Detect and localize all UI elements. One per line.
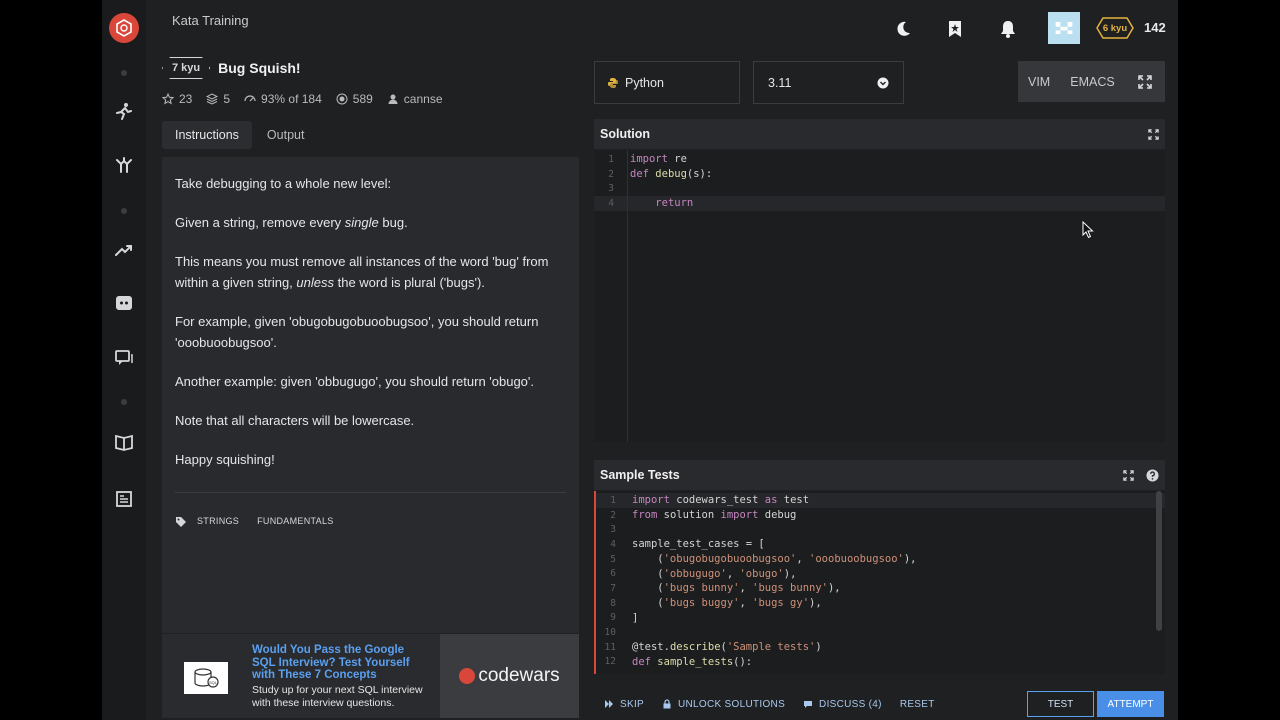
language-label: Python [625, 75, 664, 90]
discuss-button[interactable]: DISCUSS (4) [803, 699, 882, 710]
ad-content: SQL Would You Pass the Google SQL Interv… [162, 634, 440, 718]
satisfaction-stat: 93% of 184 [244, 92, 322, 106]
ad-brand-label: codewars [478, 665, 560, 686]
star-icon [162, 93, 174, 105]
sample-tests-header: Sample Tests [594, 460, 1165, 490]
desc-paragraph: For example, given 'obugobugobuoobugsoo'… [175, 314, 539, 350]
eye-icon [244, 95, 256, 102]
sample-tests-editor[interactable]: 1 import codewars_test as test 2 from solu… [594, 491, 1165, 674]
tests-scrollbar[interactable] [1156, 491, 1162, 631]
completions-stat: 589 [336, 92, 373, 106]
desc-paragraph: Another example: given 'obbugugo', you s… [175, 374, 535, 389]
attempt-button[interactable]: ATTEMPT [1097, 691, 1164, 717]
page-section-title: Kata Training [172, 13, 249, 28]
kata-title[interactable]: Bug Squish! [218, 60, 300, 76]
kata-header: 7 kyu Bug Squish! [162, 57, 301, 79]
tag-fundamentals[interactable]: FUNDAMENTALS [257, 511, 333, 532]
solution-header: Solution [594, 119, 1165, 149]
practice-icon[interactable] [112, 99, 136, 123]
codewars-mini-logo [459, 668, 476, 684]
moon-icon[interactable] [892, 14, 914, 44]
tag-strings[interactable]: STRINGS [197, 511, 239, 532]
user-avatar[interactable] [1048, 12, 1080, 44]
lock-icon [663, 699, 671, 709]
ad-text: Would You Pass the Google SQL Interview?… [252, 644, 430, 718]
editor-mode-group: VIM EMACS [1018, 61, 1125, 102]
ad-image: SQL [184, 662, 228, 694]
expand-icon[interactable] [1148, 128, 1159, 140]
author-stat[interactable]: cannse [387, 92, 443, 106]
sidebar [102, 0, 146, 720]
mouse-cursor-icon [1082, 221, 1094, 239]
expand-icon [1137, 74, 1152, 89]
bookmark-icon[interactable] [944, 14, 966, 44]
chat-icon[interactable] [112, 346, 136, 370]
svg-text:SQL: SQL [209, 680, 218, 685]
language-select[interactable]: Python [594, 61, 740, 104]
bell-icon[interactable] [997, 14, 1019, 44]
desc-paragraph: Happy squishing! [175, 452, 275, 467]
sidebar-dot [121, 70, 127, 76]
sidebar-dot [121, 399, 127, 405]
blog-icon[interactable] [112, 487, 136, 511]
unlock-solutions-button[interactable]: UNLOCK SOLUTIONS [662, 699, 785, 710]
kata-stats: 23 5 93% of 184 589 cannse [162, 92, 443, 106]
help-icon[interactable] [1146, 468, 1159, 482]
leaderboard-icon[interactable] [112, 238, 136, 262]
stars-stat[interactable]: 23 [162, 92, 192, 106]
vim-button[interactable]: VIM [1018, 61, 1060, 102]
tab-output[interactable]: Output [254, 121, 318, 149]
kata-description: Take debugging to a whole new level: Giv… [162, 157, 579, 633]
tab-instructions[interactable]: Instructions [162, 121, 252, 149]
kata-tags: STRINGS FUNDAMENTALS [175, 492, 566, 532]
skip-button[interactable]: SKIP [604, 699, 644, 710]
app-window: Kata Training 6 kyu 142 7 kyu Bug Squish… [102, 0, 1178, 720]
version-select[interactable]: 3.11 [753, 61, 904, 104]
emacs-button[interactable]: EMACS [1060, 61, 1124, 102]
solution-title: Solution [600, 127, 650, 141]
tag-icon [176, 516, 186, 527]
target-icon [336, 93, 348, 105]
kyu-tag: 7 kyu [162, 57, 210, 79]
desc-paragraph: Given a string, remove every single bug. [175, 215, 408, 230]
reset-button[interactable]: RESET [900, 699, 935, 710]
python-icon [608, 77, 618, 88]
expand-icon[interactable] [1123, 469, 1134, 481]
sidebar-dot [121, 208, 127, 214]
skip-icon [605, 700, 613, 708]
docs-icon[interactable] [112, 430, 136, 454]
ad-brand: codewars [440, 634, 579, 718]
layers-icon [206, 93, 219, 105]
ad-title[interactable]: Would You Pass the Google SQL Interview?… [252, 644, 430, 682]
chevron-down-icon [877, 77, 889, 88]
honor-count: 142 [1144, 20, 1166, 35]
desc-paragraph: Take debugging to a whole new level: [175, 176, 392, 191]
test-button[interactable]: TEST [1027, 691, 1094, 717]
ad-subtitle: Study up for your next SQL interview wit… [252, 683, 423, 709]
codewars-logo[interactable] [109, 13, 139, 43]
sample-tests-title: Sample Tests [600, 468, 680, 482]
rank-badge-label: 6 kyu [1102, 22, 1128, 34]
logo-icon [116, 19, 132, 37]
discord-icon[interactable] [112, 291, 136, 315]
database-icon: SQL [194, 668, 219, 688]
solution-editor[interactable]: 1 import re 2 def debug(s): 3 4 return [594, 150, 1165, 442]
ad-banner[interactable]: SQL Would You Pass the Google SQL Interv… [162, 634, 579, 718]
rank-badge[interactable]: 6 kyu [1096, 17, 1134, 39]
dojo-icon[interactable] [112, 153, 136, 177]
user-icon [388, 94, 398, 104]
fullscreen-button[interactable] [1124, 61, 1165, 102]
desc-paragraph: This means you must remove all instances… [175, 254, 549, 290]
version-label: 3.11 [768, 75, 792, 90]
desc-paragraph: Note that all characters will be lowerca… [175, 413, 415, 428]
comment-icon [804, 701, 813, 708]
kata-tabs: Instructions Output [162, 121, 317, 149]
collections-stat[interactable]: 5 [206, 92, 230, 106]
